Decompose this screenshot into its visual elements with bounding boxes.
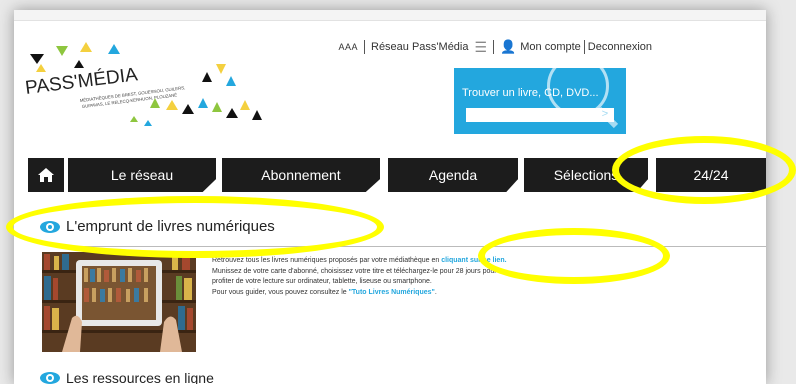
nav-item-abonnement[interactable]: Abonnement [222,158,380,192]
passmedia-logo[interactable]: PASS'MÉDIA MÉDIATHÈQUES DE BREST, GOUESN… [20,38,270,138]
nav-home[interactable] [28,158,64,192]
nav-label: Abonnement [261,167,341,183]
body-line: Pour vous guider, vous pouvez consultez … [212,288,437,296]
highlight-ellipse-ebooks [6,196,384,258]
section-title: Les ressources en ligne [66,370,214,384]
logout-link[interactable]: Deconnexion [588,41,652,53]
user-icon: 👤 [500,39,517,54]
page-top-strip [14,10,766,21]
nav-label: Le réseau [110,167,174,183]
tutorial-link[interactable]: "Tuto Livres Numériques" [349,289,435,296]
nav-label: Agenda [428,167,478,183]
divider [493,40,495,54]
highlight-ellipse-24-24 [612,136,796,204]
font-size-control[interactable]: AAA [338,42,358,52]
nav-item-agenda[interactable]: Agenda [388,158,518,192]
section-heading-resources: Les ressources en ligne [40,370,214,384]
divider [583,40,585,54]
network-link[interactable]: Réseau Pass'Média [371,41,469,53]
account-link[interactable]: Mon compte [520,41,581,53]
utility-bar: AAA Réseau Pass'Média ☰ 👤 Mon compte Dec… [338,36,652,58]
nav-label: Sélections [553,167,619,183]
nav-item-reseau[interactable]: Le réseau [68,158,216,192]
eye-icon [40,372,60,384]
hamburger-icon[interactable]: ☰ [475,39,488,56]
highlight-ellipse-link [478,228,670,284]
home-icon [38,168,54,182]
ebook-illustration-image [42,252,196,352]
divider [364,40,365,54]
